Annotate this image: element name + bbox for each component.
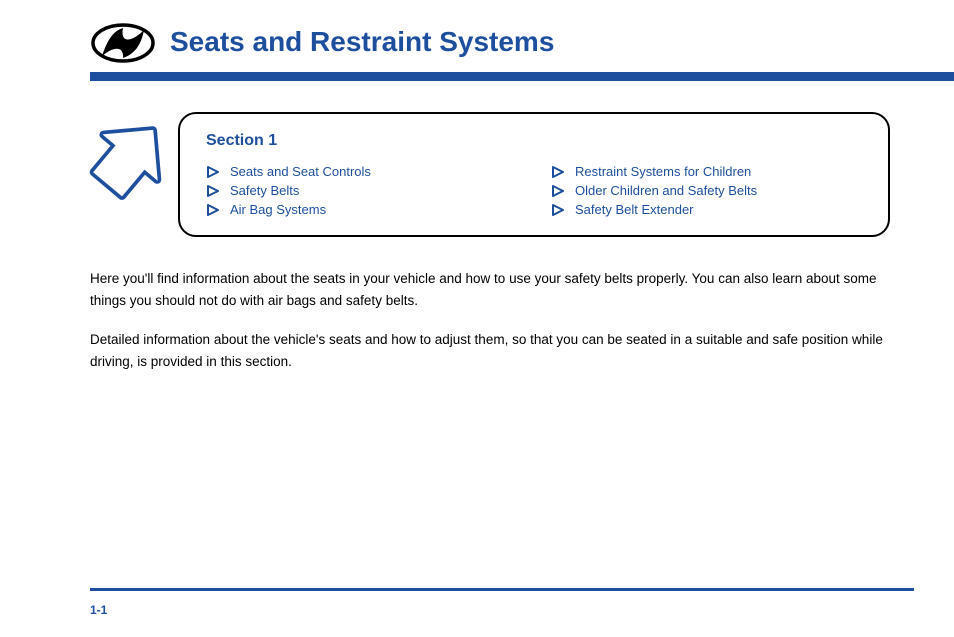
footer-rule [90,588,914,591]
play-bullet-icon [551,204,565,216]
nav-link[interactable]: Older Children and Safety Belts [551,183,866,198]
callout-title: Section 1 [206,132,866,150]
nav-link[interactable]: Seats and Seat Controls [206,164,521,179]
nav-link[interactable]: Air Bag Systems [206,202,521,217]
nav-link[interactable]: Restraint Systems for Children [551,164,866,179]
nav-link[interactable]: Safety Belt Extender [551,202,866,217]
page-container: Seats and Restraint Systems Section 1 Se… [0,0,954,637]
section-title: Seats and Restraint Systems [170,26,554,58]
nav-link-label: Safety Belt Extender [575,202,694,217]
nav-link-label: Safety Belts [230,183,299,198]
body-text: Here you'll find information about the s… [90,268,890,390]
paragraph: Detailed information about the vehicle's… [90,329,890,372]
nav-link[interactable]: Safety Belts [206,183,521,198]
nav-link-label: Seats and Seat Controls [230,164,371,179]
nav-column-left: Seats and Seat Controls Safety Belts Air… [206,160,521,221]
play-bullet-icon [206,204,220,216]
play-bullet-icon [551,166,565,178]
nav-link-label: Older Children and Safety Belts [575,183,757,198]
header-rule [90,72,954,81]
paragraph: Here you'll find information about the s… [90,268,890,311]
brand-logo [90,22,156,64]
play-bullet-icon [206,166,220,178]
nav-column-right: Restraint Systems for Children Older Chi… [551,160,866,221]
page-number: 1-1 [90,603,107,617]
nav-link-label: Restraint Systems for Children [575,164,751,179]
play-bullet-icon [206,185,220,197]
section-nav-callout: Section 1 Seats and Seat Controls Safety… [178,112,890,237]
callout-arrow-icon [82,114,174,206]
nav-columns: Seats and Seat Controls Safety Belts Air… [206,160,866,221]
nav-link-label: Air Bag Systems [230,202,326,217]
play-bullet-icon [551,185,565,197]
